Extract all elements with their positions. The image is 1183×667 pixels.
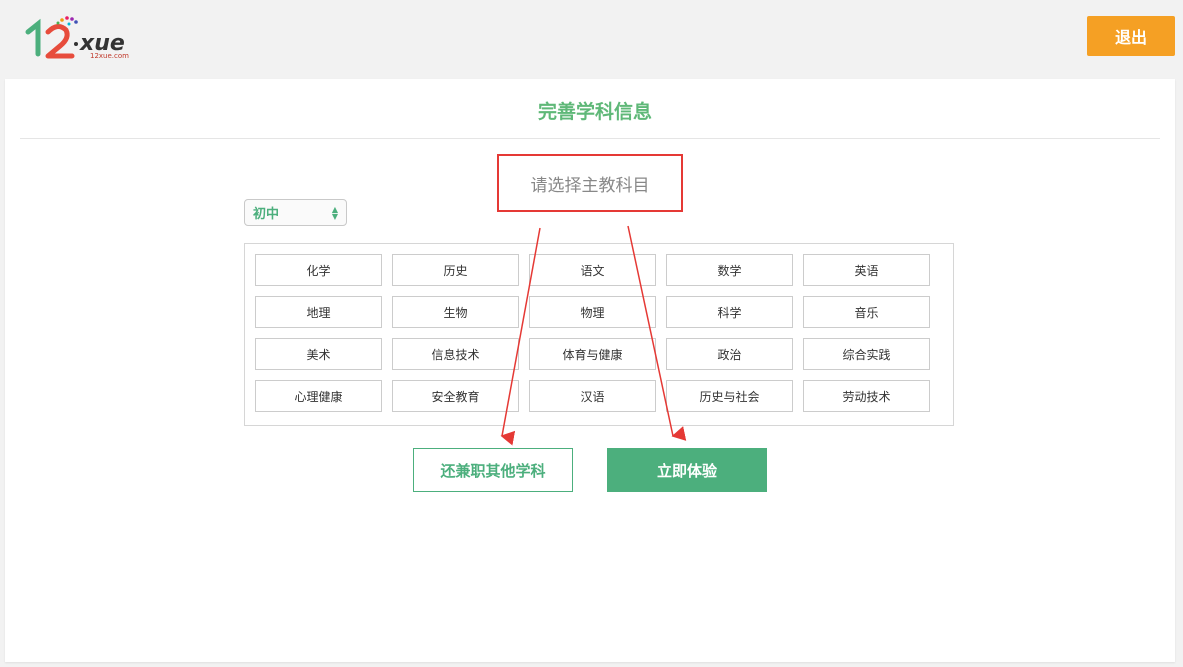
subject-option[interactable]: 生物 — [392, 296, 519, 328]
subject-option[interactable]: 体育与健康 — [529, 338, 656, 370]
subject-option[interactable]: 化学 — [255, 254, 382, 286]
subject-option[interactable]: 历史与社会 — [666, 380, 793, 412]
subject-option[interactable]: 英语 — [803, 254, 930, 286]
subject-option[interactable]: 政治 — [666, 338, 793, 370]
prompt-highlight-box: 请选择主教科目 — [497, 154, 683, 212]
subject-option[interactable]: 劳动技术 — [803, 380, 930, 412]
school-level-value: 初中 — [253, 207, 280, 222]
subject-option[interactable]: 科学 — [666, 296, 793, 328]
add-other-subjects-button[interactable]: 还兼职其他学科 — [413, 448, 573, 492]
select-updown-icon: ▲ ▼ — [331, 204, 338, 221]
subject-option[interactable]: 历史 — [392, 254, 519, 286]
subject-option[interactable]: 美术 — [255, 338, 382, 370]
logo-domain: 12xue.com — [90, 52, 129, 60]
logout-button[interactable]: 退出 — [1087, 16, 1175, 56]
subject-option[interactable]: 数学 — [666, 254, 793, 286]
site-logo[interactable]: xue 12xue.com — [24, 14, 154, 66]
subject-option[interactable]: 信息技术 — [392, 338, 519, 370]
subject-panel: 化学 历史 语文 数学 英语地理 生物 物理 科学 音乐美术 信息技术 体育与健康 政治 综合实践心理健… — [244, 243, 954, 426]
top-bar: xue 12xue.com 退出 — [0, 0, 1183, 78]
subject-option[interactable]: 地理 — [255, 296, 382, 328]
title-divider — [20, 138, 1160, 139]
school-level-select[interactable]: 初中 ▲ ▼ — [244, 199, 347, 226]
subject-option[interactable]: 心理健康 — [255, 380, 382, 412]
main-card: 完善学科信息 请选择主教科目 初中 ▲ ▼ 化学 历史 语文 数学 英语地理 生物 物理 科学音… — [5, 79, 1175, 662]
subject-option[interactable]: 音乐 — [803, 296, 930, 328]
subject-grid: 化学 历史 语文 数学 英语地理 生物 物理 科学 音乐美术 信息技术 体育与健康 政治 综合实践心理健… — [255, 254, 930, 412]
subject-option[interactable]: 物理 — [529, 296, 656, 328]
subject-option[interactable]: 安全教育 — [392, 380, 519, 412]
logo-mark-icon: xue — [25, 16, 125, 59]
start-now-button[interactable]: 立即体验 — [607, 448, 767, 492]
page-title: 完善学科信息 — [537, 101, 652, 123]
subject-option[interactable]: 综合实践 — [803, 338, 930, 370]
subject-option[interactable]: 语文 — [529, 254, 656, 286]
select-subject-prompt: 请选择主教科目 — [530, 175, 650, 196]
subject-option[interactable]: 汉语 — [529, 380, 656, 412]
